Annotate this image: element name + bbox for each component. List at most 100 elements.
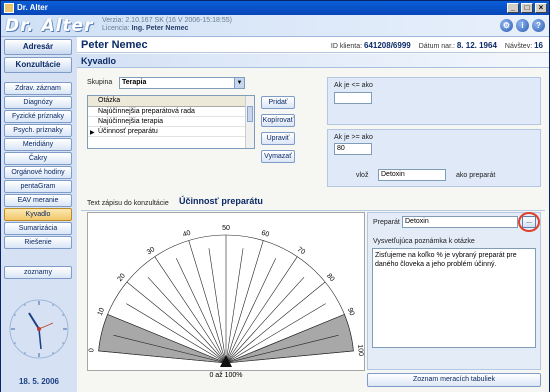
condition-ge-panel: Ak je >= ako 80 vlož Detoxin ako prepará… <box>327 129 541 187</box>
gauge-tick-label: 10 <box>97 307 106 317</box>
patient-bar: Peter Nemec ID klienta: 641208/6999 Dátu… <box>77 37 549 53</box>
section-title: Kyvadlo <box>77 54 549 68</box>
preparat-panel: Preparát Detoxin ... Vysvetľujúca poznám… <box>367 212 541 370</box>
sidebar-item-meridians[interactable]: Meridiány <box>4 138 72 151</box>
group-select-value: Terapia <box>122 79 147 86</box>
note-label: Vysvetľujúca poznámka k otázke <box>373 238 475 245</box>
question-text: Najúčinnejšia terapia <box>98 118 163 125</box>
row-pointer-icon: ▶ <box>90 130 95 136</box>
question-table-header: Otázka <box>88 96 254 107</box>
sidebar-date: 18. 5. 2006 <box>18 377 60 386</box>
title-bar: Dr. Alter _ □ × <box>1 1 549 15</box>
maximize-button[interactable]: □ <box>521 3 533 13</box>
gauge-tick-label: 60 <box>260 230 270 239</box>
dob-label: Dátum nar.: <box>418 43 455 50</box>
gauge-tick-label: 0 <box>88 348 95 353</box>
gauge-tick-label: 20 <box>117 273 127 284</box>
entry-value: Účinnosť preparátu <box>179 196 263 206</box>
patient-name: Peter Nemec <box>81 39 148 51</box>
sidebar-item-chakras[interactable]: Čakry <box>4 152 72 165</box>
insert-label: vlož <box>356 172 369 179</box>
gauge-tick-label: 80 <box>325 273 335 284</box>
visits-value: 16 <box>534 41 543 50</box>
preparat-label: Preparát <box>373 219 400 226</box>
sidebar-item-psych-symptoms[interactable]: Psych. príznaky <box>4 124 72 137</box>
dob-value: 8. 12. 1964 <box>456 41 497 50</box>
app-logo: Dr. Alter <box>5 16 94 36</box>
preparat-input[interactable]: Detoxin <box>402 216 518 228</box>
insert-preparat-input[interactable]: Detoxin <box>378 169 446 181</box>
copy-button[interactable]: Kopírovať <box>261 114 295 127</box>
pendulum-gauge[interactable]: 0 10 20 30 40 50 60 70 80 90 100 <box>87 212 365 371</box>
sidebar-item-health-record[interactable]: Zdrav. záznam <box>4 82 72 95</box>
entry-label: Text zápisu do konzultácie <box>87 200 169 207</box>
sidebar-item-solution[interactable]: Riešenie <box>4 236 72 249</box>
gauge-major-line <box>225 240 264 364</box>
app-banner: Dr. Alter Verzia: 2.10.167 SK (16 V 2006… <box>1 15 549 37</box>
gauge-tick-label: 50 <box>222 225 230 232</box>
sidebar-item-diagnoses[interactable]: Diagnózy <box>4 96 72 109</box>
insert-suffix: ako preparát <box>456 172 496 179</box>
divider <box>81 210 545 211</box>
le-label: Ak je <= ako <box>334 82 373 89</box>
sidebar-item-physical-symptoms[interactable]: Fyzické príznaky <box>4 110 72 123</box>
question-text: Najúčinnejšia preparátová rada <box>98 108 195 115</box>
sidebar-item-eav[interactable]: EAV meranie <box>4 194 72 207</box>
sidebar-button-address-book[interactable]: Adresár <box>4 39 72 55</box>
condition-le-panel: Ak je <= ako <box>327 77 541 125</box>
version-info: Verzia: 2.10.167 SK (16 V 2006-15:18:55)… <box>102 17 232 33</box>
gauge-tick-label: 100 <box>356 344 364 356</box>
table-row[interactable]: Najúčinnejšia terapia <box>88 117 254 127</box>
gauge-major-line <box>188 240 227 364</box>
client-id-value: 641208/6999 <box>364 41 411 50</box>
app-window: Dr. Alter _ □ × Dr. Alter Verzia: 2.10.1… <box>0 0 550 392</box>
add-button[interactable]: Pridať <box>261 96 295 109</box>
license-label: Licencia: <box>102 25 130 32</box>
table-scrollbar[interactable] <box>245 96 254 148</box>
highlight-ring <box>518 212 540 232</box>
gauge-tick-label: 40 <box>182 230 192 239</box>
edit-button[interactable]: Upraviť <box>261 132 295 145</box>
gauge-shaded-high <box>225 313 354 364</box>
sidebar-item-pentagram[interactable]: pentaGram <box>4 180 72 193</box>
table-row[interactable]: Najúčinnejšia preparátová rada <box>88 107 254 117</box>
delete-button[interactable]: Vymazať <box>261 150 295 163</box>
chevron-down-icon[interactable]: ▼ <box>234 78 244 88</box>
info-icon[interactable]: i <box>516 19 529 32</box>
gauge-minor-line <box>208 248 227 364</box>
help-icon[interactable]: ? <box>532 19 545 32</box>
sidebar-item-pendulum[interactable]: Kyvadlo <box>4 208 72 221</box>
ge-label: Ak je >= ako <box>334 134 373 141</box>
group-select[interactable]: Terapia ▼ <box>119 77 245 89</box>
analog-clock <box>9 299 69 359</box>
measurement-tables-button[interactable]: Zoznam meracích tabuliek <box>367 373 541 387</box>
minimize-button[interactable]: _ <box>507 3 519 13</box>
gauge-chart: 0 10 20 30 40 50 60 70 80 90 100 <box>88 225 364 367</box>
ge-input[interactable]: 80 <box>334 143 372 155</box>
visits-label: Návštev: <box>504 43 533 50</box>
app-icon <box>4 3 14 13</box>
close-button[interactable]: × <box>535 3 547 13</box>
sidebar-button-consultations[interactable]: Konzultácie <box>4 57 72 73</box>
sidebar-button-lists[interactable]: zoznamy <box>4 266 72 279</box>
gauge-tick-label: 70 <box>296 246 306 256</box>
le-input[interactable] <box>334 92 372 104</box>
window-title: Dr. Alter <box>17 3 48 12</box>
license-name: Ing. Peter Nemec <box>131 25 189 32</box>
version-text: Verzia: 2.10.167 SK (16 V 2006-15:18:55) <box>102 17 232 24</box>
gauge-tick-label: 30 <box>146 246 156 256</box>
main-panel: Peter Nemec ID klienta: 641208/6999 Dátu… <box>77 37 549 392</box>
group-label: Skupina <box>87 79 113 86</box>
table-row-selected[interactable]: ▶ Účinnosť preparátu <box>88 127 254 137</box>
client-id-label: ID klienta: <box>330 43 363 50</box>
gauge-minor-line <box>225 248 244 364</box>
sidebar-item-organ-clock[interactable]: Orgánové hodiny <box>4 166 72 179</box>
settings-icon[interactable]: ⚙ <box>500 19 513 32</box>
scrollbar-thumb[interactable] <box>247 106 253 122</box>
gauge-shaded-low <box>98 313 227 364</box>
sidebar-item-summary[interactable]: Sumarizácia <box>4 222 72 235</box>
question-text: Účinnosť preparátu <box>98 128 158 135</box>
sidebar: Adresár Konzultácie Zdrav. záznam Diagnó… <box>1 37 77 392</box>
note-textarea[interactable]: Zisťujeme na koľko % je vybraný preparát… <box>372 248 536 348</box>
question-table: Otázka Najúčinnejšia preparátová rada Na… <box>87 95 255 149</box>
